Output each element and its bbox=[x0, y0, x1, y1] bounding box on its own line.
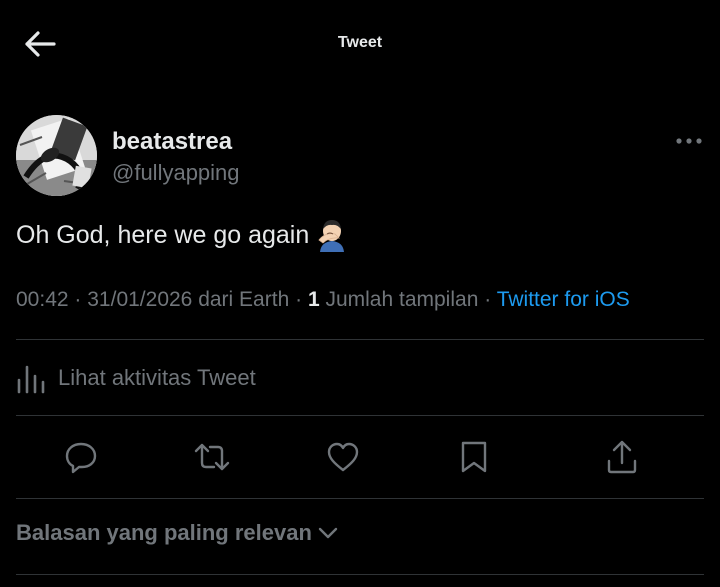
meta-separator: · bbox=[74, 288, 82, 311]
share-button[interactable] bbox=[597, 432, 647, 482]
divider bbox=[16, 574, 704, 575]
views-count: 1 bbox=[307, 288, 320, 311]
divider bbox=[16, 339, 704, 340]
view-tweet-activity-button[interactable]: Lihat aktivitas Tweet bbox=[16, 358, 256, 398]
retweet-button[interactable] bbox=[187, 432, 237, 482]
top-bar: Tweet bbox=[0, 0, 720, 88]
reply-icon bbox=[65, 442, 97, 474]
meta-separator: · bbox=[295, 288, 303, 311]
tweet-location: dari Earth bbox=[198, 288, 290, 311]
more-horizontal-icon bbox=[676, 138, 702, 144]
tweet-body: Oh God, here we go again bbox=[16, 218, 349, 252]
retweet-icon bbox=[194, 443, 230, 471]
replies-sort-label: Balasan yang paling relevan bbox=[16, 520, 312, 545]
display-name[interactable]: beatastrea bbox=[112, 128, 232, 156]
more-options-button[interactable] bbox=[672, 131, 706, 151]
heart-icon bbox=[327, 442, 359, 472]
avatar[interactable] bbox=[16, 115, 97, 196]
reply-button[interactable] bbox=[56, 432, 106, 482]
tweet-meta: 00:42 · 31/01/2026 dari Earth · 1 Jumlah… bbox=[16, 288, 630, 312]
user-handle[interactable]: @fullyapping bbox=[112, 160, 240, 186]
tweet-source-link[interactable]: Twitter for iOS bbox=[497, 288, 630, 311]
replies-sort-button[interactable]: Balasan yang paling relevan bbox=[16, 520, 338, 546]
person-facepalming-icon bbox=[318, 220, 345, 252]
bookmark-button[interactable] bbox=[449, 432, 499, 482]
avatar-image bbox=[16, 115, 97, 196]
divider bbox=[16, 415, 704, 416]
views-label: Jumlah tampilan bbox=[325, 288, 479, 311]
tweet-author: beatastrea @fullyapping bbox=[16, 115, 706, 197]
tweet-time[interactable]: 00:42 bbox=[16, 288, 69, 311]
tweet-text: Oh God, here we go again bbox=[16, 220, 310, 249]
page-title: Tweet bbox=[337, 34, 383, 51]
tweet-date[interactable]: 31/01/2026 bbox=[87, 288, 192, 311]
divider bbox=[16, 498, 704, 499]
tweet-actions-bar bbox=[0, 432, 720, 482]
chevron-down-icon bbox=[318, 526, 338, 540]
meta-separator: · bbox=[484, 288, 492, 311]
analytics-icon bbox=[17, 365, 45, 394]
activity-label: Lihat aktivitas Tweet bbox=[58, 365, 256, 390]
share-icon bbox=[607, 440, 637, 474]
like-button[interactable] bbox=[318, 432, 368, 482]
bookmark-icon bbox=[461, 441, 487, 473]
